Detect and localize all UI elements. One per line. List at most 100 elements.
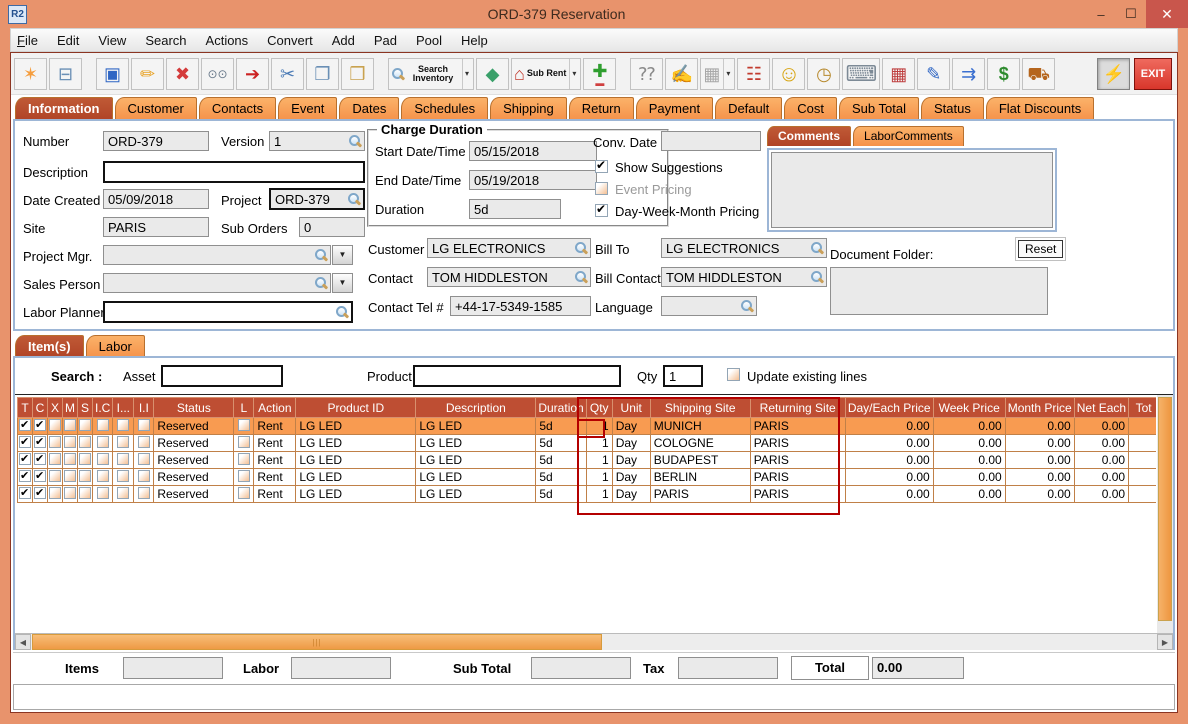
calendar-button[interactable]: ▦ ▾	[700, 57, 736, 90]
notepad-button[interactable]: ✍	[665, 57, 699, 90]
tab-payment[interactable]: Payment	[635, 97, 714, 120]
reset-button[interactable]: Reset	[1018, 240, 1064, 258]
cell-qty[interactable]: 1	[585, 434, 613, 452]
keyboard-button[interactable]: ⌨	[842, 57, 881, 90]
edit-document-button[interactable]: ✎	[917, 57, 951, 90]
end-field[interactable]: 05/19/2018	[469, 170, 597, 190]
tab-event[interactable]: Event	[278, 97, 338, 120]
exit-button[interactable]: EXIT	[1134, 57, 1172, 90]
cell-flag-i2[interactable]	[133, 417, 155, 435]
cell-tot[interactable]	[1128, 468, 1160, 486]
cell-day-each-price[interactable]: 0.00	[844, 434, 934, 452]
cell-l[interactable]	[233, 485, 255, 503]
checkbox-icon[interactable]	[117, 435, 130, 448]
menu-file[interactable]: File	[17, 33, 38, 48]
col-header-i-c[interactable]: I.C	[91, 397, 114, 418]
cell-flag-ic[interactable]	[91, 417, 114, 435]
menu-actions[interactable]: Actions	[206, 33, 249, 48]
cell-duration[interactable]: 5d	[535, 434, 587, 452]
menu-edit[interactable]: Edit	[57, 33, 79, 48]
cell-net-each[interactable]: 0.00	[1073, 434, 1130, 452]
customer-field[interactable]: LG ELECTRONICS	[427, 238, 591, 258]
cell-returning-site[interactable]: PARIS	[749, 434, 846, 452]
col-header-l[interactable]: L	[233, 397, 255, 418]
checkbox-icon[interactable]	[19, 469, 31, 482]
contact-tel-field[interactable]: +44-17-5349-1585	[450, 296, 591, 316]
sales-person-dropdown-icon[interactable]: ▼	[332, 273, 353, 293]
checkbox-icon[interactable]	[137, 469, 150, 482]
cell-shipping-site[interactable]: MUNICH	[649, 417, 751, 435]
cell-status[interactable]: Reserved	[153, 485, 235, 503]
cell-qty[interactable]: 1	[585, 485, 613, 503]
cell-action[interactable]: Rent	[253, 468, 297, 486]
update-existing-lines-checkbox[interactable]	[727, 368, 740, 381]
tab-comments[interactable]: Comments	[767, 126, 852, 146]
table-row[interactable]: ReservedRentLG LEDLG LED5d1DayPARISPARIS…	[17, 485, 1160, 503]
cell-description[interactable]: LG LED	[415, 451, 537, 469]
project-field[interactable]: ORD-379	[269, 188, 365, 210]
cell-flag-ic[interactable]	[91, 434, 114, 452]
cell-flag-m[interactable]	[62, 468, 78, 486]
cell-flag-i1[interactable]	[112, 485, 135, 503]
day-week-month-pricing-checkbox[interactable]	[595, 202, 608, 217]
cell-unit[interactable]: Day	[611, 468, 651, 486]
menu-convert[interactable]: Convert	[267, 33, 313, 48]
cell-duration[interactable]: 5d	[535, 468, 587, 486]
number-field[interactable]: ORD-379	[103, 131, 209, 151]
contact-field[interactable]: TOM HIDDLESTON	[427, 267, 591, 287]
cell-flag-s[interactable]	[77, 451, 93, 469]
cell-flag-ic[interactable]	[91, 468, 114, 486]
dropdown-arrow-icon[interactable]: ▾	[462, 58, 471, 89]
bill-to-lookup-icon[interactable]	[810, 241, 824, 255]
conv-date-field[interactable]	[661, 131, 761, 151]
cell-net-each[interactable]: 0.00	[1073, 485, 1130, 503]
blocks-button[interactable]: ▦	[882, 57, 916, 90]
cell-tot[interactable]	[1128, 417, 1160, 435]
table-row[interactable]: ReservedRentLG LEDLG LED5d1DayCOLOGNEPAR…	[17, 434, 1160, 452]
menu-search[interactable]: Search	[145, 33, 186, 48]
folder-history-button[interactable]: ◷	[807, 57, 841, 90]
tab-sub-total[interactable]: Sub Total	[839, 97, 919, 120]
col-header-status[interactable]: Status	[153, 397, 235, 418]
scroll-left-icon[interactable]: ◀	[15, 634, 31, 650]
tab-customer[interactable]: Customer	[114, 97, 197, 120]
cell-unit[interactable]: Day	[611, 434, 651, 452]
checkbox-icon[interactable]	[49, 452, 61, 465]
col-header-returning-site[interactable]: Returning Site	[749, 397, 846, 418]
cell-flag-c[interactable]	[32, 485, 48, 503]
cell-flag-s[interactable]	[77, 485, 93, 503]
version-field[interactable]: 1	[269, 131, 365, 151]
col-header-description[interactable]: Description	[415, 397, 537, 418]
table-row[interactable]: ReservedRentLG LEDLG LED5d1DayMUNICHPARI…	[17, 417, 1160, 435]
cell-qty[interactable]: 1	[585, 417, 613, 435]
menu-help[interactable]: Help	[461, 33, 488, 48]
checkbox-icon[interactable]	[64, 452, 76, 465]
col-header-duration[interactable]: Duration	[535, 397, 587, 418]
cell-l[interactable]	[233, 451, 255, 469]
cell-duration[interactable]: 5d	[535, 485, 587, 503]
inventory-3d-button[interactable]: ◆	[476, 57, 510, 90]
col-header-t[interactable]: T	[17, 397, 33, 418]
checkbox-icon[interactable]	[117, 469, 130, 482]
cell-product-id[interactable]: LG LED	[295, 485, 417, 503]
checkbox-icon[interactable]	[34, 418, 46, 431]
menu-pool[interactable]: Pool	[416, 33, 442, 48]
bill-contact-field[interactable]: TOM HIDDLESTON	[661, 267, 827, 287]
project-mgr-lookup-icon[interactable]	[314, 248, 328, 262]
cell-unit[interactable]: Day	[611, 485, 651, 503]
col-header-day-each-price[interactable]: Day/Each Price	[844, 397, 934, 418]
cell-action[interactable]: Rent	[253, 485, 297, 503]
cell-flag-x[interactable]	[47, 468, 63, 486]
checkbox-icon[interactable]	[64, 469, 76, 482]
menu-view[interactable]: View	[98, 33, 126, 48]
labor-planner-field[interactable]	[103, 301, 353, 323]
tab-schedules[interactable]: Schedules	[401, 97, 489, 120]
cell-flag-c[interactable]	[32, 468, 48, 486]
maximize-button[interactable]: ☐	[1116, 3, 1146, 25]
col-header-month-price[interactable]: Month Price	[1004, 397, 1075, 418]
cell-returning-site[interactable]: PARIS	[749, 451, 846, 469]
cell-flag-x[interactable]	[47, 451, 63, 469]
cell-flag-i2[interactable]	[133, 485, 155, 503]
cell-flag-i1[interactable]	[112, 451, 135, 469]
send-payment-button[interactable]: ⇉	[952, 57, 986, 90]
